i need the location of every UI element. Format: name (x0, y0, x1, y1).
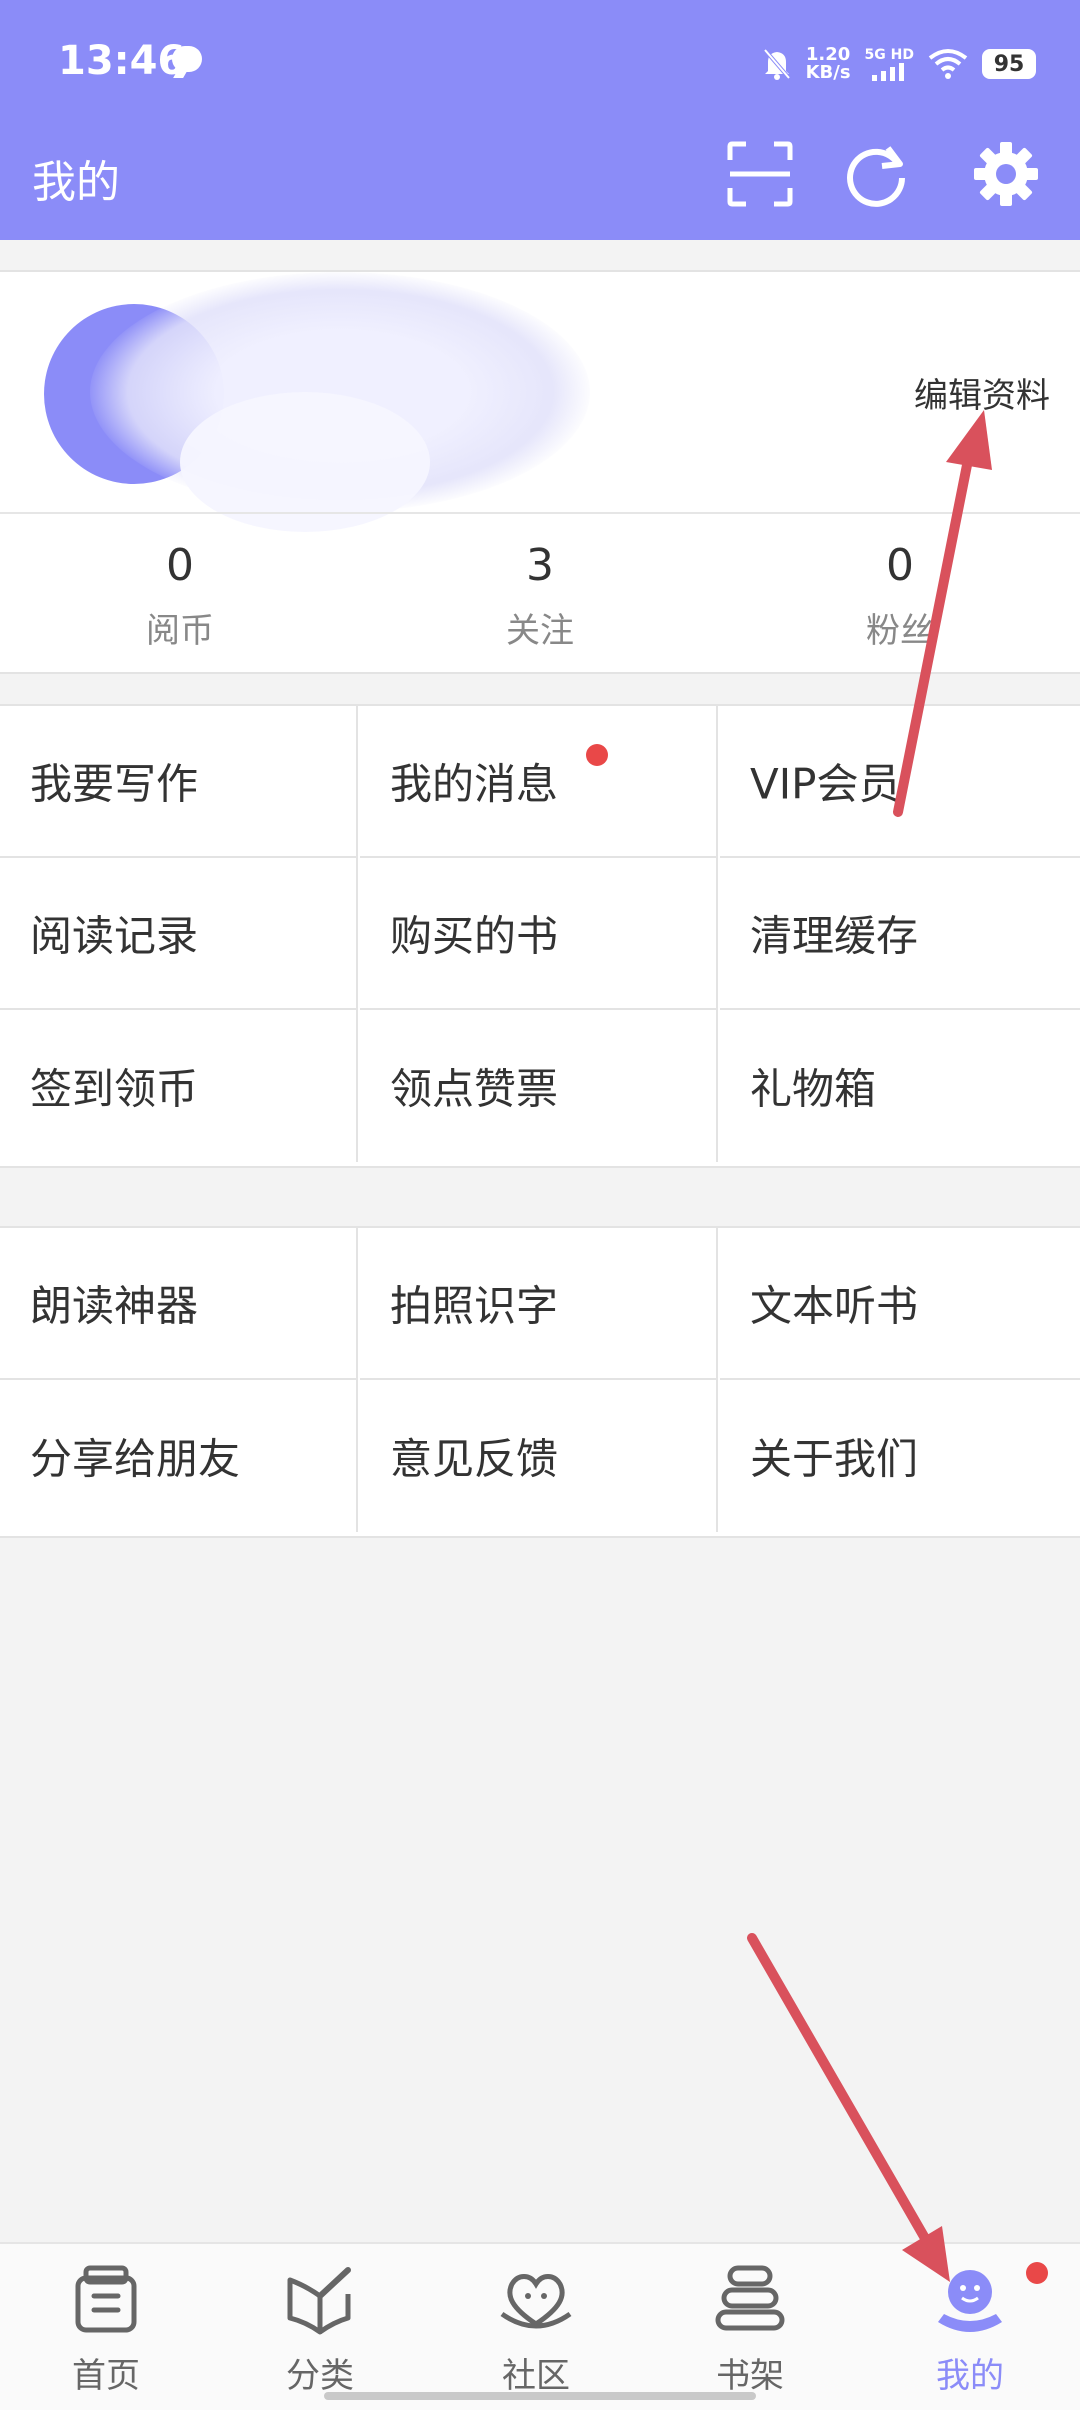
shelf-icon (715, 2265, 785, 2331)
home-indicator (324, 2392, 756, 2400)
pen-book-icon (287, 2267, 351, 2335)
page-title: 我的 (32, 157, 120, 208)
refresh-icon[interactable] (842, 140, 910, 208)
nav-me[interactable]: 我的 (890, 2262, 1050, 2397)
bottom-nav: 首页 分类 社区 书架 我的 (0, 2242, 1080, 2410)
stat-label: 粉丝 (866, 611, 934, 651)
settings-gear-icon[interactable] (972, 140, 1040, 208)
edit-profile-link[interactable]: 编辑资料 (914, 368, 1050, 417)
menu-item-label: 阅读记录 (30, 911, 199, 961)
message-notification-icon (172, 46, 202, 72)
heart-icon (500, 2274, 572, 2329)
status-icons: 1.20 KB/s 5G HD 95 (762, 36, 1036, 92)
menu-item-checkin[interactable]: 签到领币 (0, 1010, 358, 1162)
stat-value: 0 (166, 540, 194, 591)
book-stack-icon (75, 2265, 137, 2333)
menu-item-photo-ocr[interactable]: 拍照识字 (360, 1228, 718, 1380)
profile-mascot-icon (938, 2270, 1002, 2332)
nav-notification-dot (1026, 2262, 1048, 2284)
menu-item-label: 购买的书 (390, 911, 559, 961)
menu-item-label: 拍照识字 (390, 1281, 559, 1331)
nav-community[interactable]: 社区 (456, 2262, 616, 2397)
menu-grid-primary: 我要写作 我的消息 VIP会员 阅读记录 购买的书 清理缓存 签到领币 领点赞票… (0, 704, 1080, 1168)
menu-item-messages[interactable]: 我的消息 (360, 706, 718, 858)
menu-item-label: 朗读神器 (30, 1281, 199, 1331)
nav-bookshelf[interactable]: 书架 (670, 2262, 830, 2397)
stat-value: 0 (886, 540, 914, 591)
menu-item-share[interactable]: 分享给朋友 (0, 1380, 358, 1532)
menu-item-label: 我要写作 (30, 759, 199, 809)
unread-badge (586, 744, 608, 766)
menu-item-label: 礼物箱 (750, 1064, 877, 1114)
menu-grid-secondary: 朗读神器 拍照识字 文本听书 分享给朋友 意见反馈 关于我们 (0, 1226, 1080, 1538)
profile-card: 编辑资料 0 阅币 3 关注 0 粉丝 (0, 270, 1080, 674)
signal-bars-icon (872, 63, 905, 81)
nav-category[interactable]: 分类 (240, 2262, 400, 2397)
divider (0, 512, 1080, 514)
menu-item-about[interactable]: 关于我们 (720, 1380, 1080, 1532)
menu-item-read-aloud[interactable]: 朗读神器 (0, 1228, 358, 1380)
nav-label: 社区 (502, 2356, 570, 2396)
menu-item-label: VIP会员 (750, 759, 901, 809)
network-type: 5G HD (864, 47, 914, 63)
wifi-icon (928, 49, 968, 79)
nav-label: 分类 (286, 2356, 354, 2396)
menu-item-label: 意见反馈 (390, 1434, 559, 1484)
status-time: 13:46 (58, 38, 186, 84)
menu-item-label: 关于我们 (750, 1434, 919, 1484)
nav-home[interactable]: 首页 (26, 2262, 186, 2397)
menu-item-purchased-books[interactable]: 购买的书 (360, 858, 718, 1010)
menu-item-like-votes[interactable]: 领点赞票 (360, 1010, 718, 1162)
menu-item-label: 我的消息 (390, 759, 559, 809)
menu-item-reading-history[interactable]: 阅读记录 (0, 858, 358, 1010)
stat-following[interactable]: 3 关注 (360, 540, 720, 652)
menu-item-vip[interactable]: VIP会员 (720, 706, 1080, 858)
menu-item-feedback[interactable]: 意见反馈 (360, 1380, 718, 1532)
menu-item-label: 签到领币 (30, 1064, 199, 1114)
menu-item-clear-cache[interactable]: 清理缓存 (720, 858, 1080, 1010)
mute-bell-icon (763, 48, 791, 80)
stat-label: 阅币 (146, 611, 214, 651)
battery-indicator: 95 (982, 49, 1036, 79)
menu-item-label: 清理缓存 (750, 911, 919, 961)
app-header: 13:46 1.20 KB/s 5G HD 95 我的 (0, 0, 1080, 240)
menu-item-label: 文本听书 (750, 1281, 919, 1331)
nav-label: 我的 (936, 2356, 1004, 2396)
menu-item-text-to-speech[interactable]: 文本听书 (720, 1228, 1080, 1380)
stat-coins[interactable]: 0 阅币 (0, 540, 360, 652)
menu-item-label: 分享给朋友 (30, 1434, 241, 1484)
net-speed-unit: KB/s (805, 62, 851, 83)
menu-item-gift-box[interactable]: 礼物箱 (720, 1010, 1080, 1162)
annotation-arrow-nav-me (747, 1933, 950, 2282)
nav-label: 书架 (716, 2356, 784, 2396)
redacted-username-blur (180, 392, 430, 532)
net-speed: 1.20 KB/s (806, 46, 851, 82)
stat-followers[interactable]: 0 粉丝 (720, 540, 1080, 652)
menu-item-write[interactable]: 我要写作 (0, 706, 358, 858)
menu-item-label: 领点赞票 (390, 1064, 559, 1114)
stat-value: 3 (526, 540, 554, 591)
signal-indicator: 5G HD (865, 47, 914, 81)
nav-label: 首页 (72, 2356, 140, 2396)
stat-label: 关注 (506, 611, 574, 651)
scan-icon[interactable] (726, 140, 794, 208)
